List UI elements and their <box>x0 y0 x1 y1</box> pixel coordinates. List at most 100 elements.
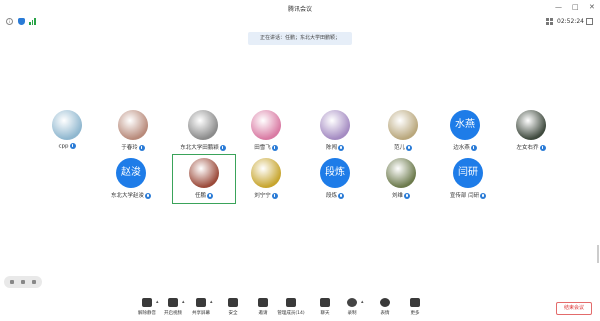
participant-name-row: 段炼 <box>305 191 365 199</box>
participant-name: 田雪飞 <box>254 145 271 151</box>
participant-name-row: 东北大学赵浚 <box>101 191 161 199</box>
signal-icon[interactable] <box>29 18 36 25</box>
mic-status-icon <box>338 192 344 199</box>
participant-avatar: 水燕 <box>450 110 480 140</box>
participant-name-row: 刘宁宁 <box>236 191 296 199</box>
mic-status-icon <box>480 192 487 199</box>
participant-name: 东北大学赵浚 <box>110 193 144 199</box>
participant-avatar: 段炼 <box>320 158 350 188</box>
participant-name: 陈闯 <box>325 145 337 151</box>
shield-icon[interactable] <box>18 18 25 25</box>
toolbar-label: 聊天 <box>320 311 330 316</box>
chat-shortcut[interactable] <box>4 276 42 288</box>
meeting-window: 腾讯会议 — □ ✕ i 02:52:24 正在讲话：任鹏；东北大学田鹏颖； c… <box>0 0 600 321</box>
participant-name: 刘宁宁 <box>254 193 271 199</box>
toolbar-label: 表情 <box>380 311 390 316</box>
participant-avatar <box>251 110 281 140</box>
grid-view-icon[interactable] <box>546 18 553 25</box>
participant-avatar <box>386 158 416 188</box>
participant-name: 刘维 <box>391 193 403 199</box>
toolbar-label: 开启视频 <box>164 311 182 316</box>
shield-icon <box>228 298 238 307</box>
mic-status-icon <box>138 144 145 151</box>
share-screen-icon <box>196 298 206 307</box>
participant-name-row: 陈闯 <box>305 143 365 151</box>
mic-status-icon <box>145 192 151 199</box>
participant-avatar <box>251 158 281 188</box>
participant-name-row: 宣传部 闫研 <box>438 191 498 199</box>
mic-status-icon <box>338 144 344 151</box>
toolbar-label: 录制 <box>347 311 357 316</box>
participant-name-row: 左女右乔 <box>501 143 561 151</box>
info-icon[interactable]: i <box>6 18 13 25</box>
status-row: i 02:52:24 <box>0 18 600 28</box>
toolbar-label: 更多 <box>410 311 420 316</box>
caret-up-icon[interactable]: ▴ <box>361 299 364 305</box>
participant-name: 左女右乔 <box>516 145 539 151</box>
close-button[interactable]: ✕ <box>589 3 595 11</box>
active-speaker-highlight <box>172 154 236 204</box>
toolbar-button[interactable]: 共享屏幕 ▴ <box>186 296 216 316</box>
toolbar-button[interactable]: 更多 <box>400 296 430 316</box>
toolbar-label: 安全 <box>228 311 238 316</box>
toolbar-label: 共享屏幕 <box>192 311 210 316</box>
meeting-toolbar: 解除静音 ▴ 开启视频 ▴ 共享屏幕 ▴ 安全 邀请 管理成员(14) 聊天 录制 ▴ 表情 更多 <box>0 296 600 321</box>
speaker-banner: 正在讲话：任鹏；东北大学田鹏颖； <box>248 32 352 45</box>
participant-avatar <box>320 110 350 140</box>
participant-avatar <box>188 110 218 140</box>
toolbar-button[interactable]: 录制 ▴ <box>337 296 367 316</box>
caret-up-icon[interactable]: ▴ <box>182 299 185 305</box>
end-meeting-button[interactable]: 结束会议 <box>556 302 592 315</box>
emoji-icon <box>380 298 390 307</box>
chat-icon <box>320 298 330 307</box>
toolbar-button[interactable]: 邀请 <box>248 296 278 316</box>
invite-icon <box>258 298 268 307</box>
toolbar-button[interactable]: 表情 <box>370 296 400 316</box>
participant-name: 段炼 <box>325 193 337 199</box>
participant-name: 东北大学田鹏颖 <box>180 145 219 151</box>
scrollbar[interactable] <box>597 245 599 263</box>
participant-name-row: 边水燕 <box>435 143 495 151</box>
toolbar-button[interactable]: 管理成员(14) <box>276 296 306 316</box>
toolbar-button[interactable]: 开启视频 ▴ <box>158 296 188 316</box>
participant-name: cpp <box>58 143 69 150</box>
participant-avatar: 闫研 <box>453 158 483 188</box>
toolbar-button[interactable]: 安全 <box>218 296 248 316</box>
mic-status-icon <box>271 144 278 151</box>
record-icon <box>347 298 357 307</box>
mic-status-icon <box>404 192 410 199</box>
window-title: 腾讯会议 <box>287 6 312 13</box>
toolbar-label: 管理成员(14) <box>277 311 305 316</box>
toolbar-label: 邀请 <box>258 311 268 316</box>
minimize-button[interactable]: — <box>555 3 562 11</box>
participant-name: 边水燕 <box>453 145 470 151</box>
participant-name-row: 刘维 <box>371 191 431 199</box>
more-icon <box>410 298 420 307</box>
maximize-button[interactable]: □ <box>572 3 579 11</box>
mic-status-icon <box>271 192 278 199</box>
participant-avatar <box>118 110 148 140</box>
participant-avatar <box>388 110 418 140</box>
participant-name: 宣传部 闫研 <box>449 193 480 199</box>
participant-name-row: 于春玲 <box>103 143 163 151</box>
mic-icon <box>142 298 152 307</box>
title-bar: 腾讯会议 — □ ✕ <box>0 0 600 18</box>
mic-status-icon <box>539 144 546 151</box>
mic-status-icon <box>69 143 76 149</box>
mic-status-icon <box>406 144 412 151</box>
participant-avatar <box>516 110 546 140</box>
mic-status-icon <box>219 144 226 151</box>
members-icon <box>286 298 296 307</box>
caret-up-icon[interactable]: ▴ <box>210 299 213 305</box>
toolbar-button[interactable]: 聊天 <box>310 296 340 316</box>
participant-avatar: 赵浚 <box>116 158 146 188</box>
participant-avatar <box>52 110 82 140</box>
participant-name-row: 范儿 <box>373 143 433 151</box>
participant-name-row: 田雪飞 <box>236 143 296 151</box>
fullscreen-icon[interactable] <box>586 18 593 25</box>
mic-status-icon <box>470 144 477 151</box>
participant-name: 范儿 <box>393 145 405 151</box>
meeting-clock: 02:52:24 <box>557 18 584 25</box>
camera-icon <box>168 298 178 307</box>
participant-name-row: 东北大学田鹏颖 <box>173 143 233 151</box>
